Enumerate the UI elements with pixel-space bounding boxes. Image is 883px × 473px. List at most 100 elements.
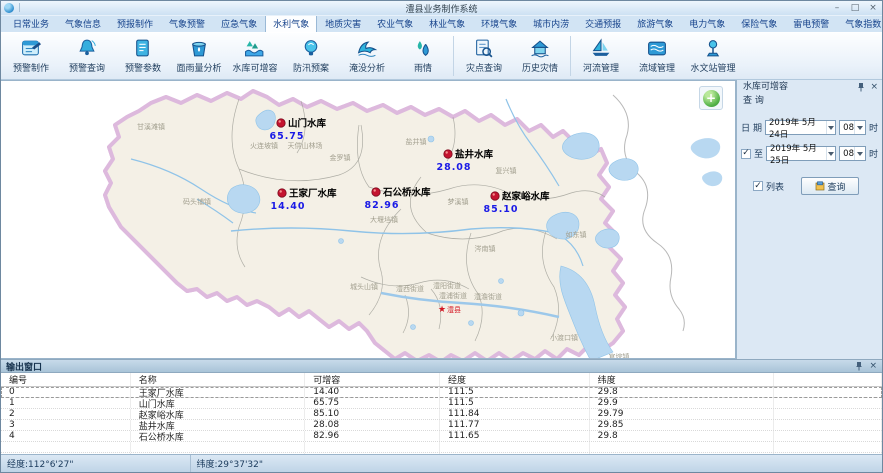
table-cell xyxy=(590,442,775,452)
chevron-down-icon xyxy=(826,121,836,134)
reservoir-dot-icon[interactable] xyxy=(491,192,499,200)
main-area: 甘溪滩镇火连坡镇天供山林场金罗镇盐井镇码头铺镇复兴镇梦溪镇大堰垱镇涔南镇如东镇城… xyxy=(1,80,882,359)
tab-7[interactable]: 地质灾害 xyxy=(317,14,369,32)
town-label: 金罗镇 xyxy=(330,153,351,162)
reservoir-value-label: 28.08 xyxy=(436,162,471,173)
tab-10[interactable]: 环境气象 xyxy=(473,14,525,32)
panel-close-icon[interactable]: × xyxy=(870,82,878,92)
column-header: 经度 xyxy=(440,373,590,386)
table-cell: 2 xyxy=(1,409,131,419)
reservoir-value-label: 14.40 xyxy=(270,201,305,212)
table-cell: 111.5 xyxy=(440,398,590,408)
tab-1[interactable]: 日常业务 xyxy=(5,14,57,32)
reservoir-dot-icon[interactable] xyxy=(444,150,452,158)
column-header: 名称 xyxy=(131,373,306,386)
table-header-row: 编号名称可增容经度纬度 xyxy=(1,373,882,387)
tab-2[interactable]: 气象信息 xyxy=(57,14,109,32)
tool-waves-button[interactable]: 流域管理 xyxy=(629,33,685,79)
raindrop-icon xyxy=(411,38,435,59)
calendar-edit-icon xyxy=(19,38,43,59)
list-checkbox[interactable]: ✓ xyxy=(753,181,763,191)
tab-15[interactable]: 保险气象 xyxy=(733,14,785,32)
table-cell: 29.9 xyxy=(590,398,775,408)
table-row[interactable]: 2赵家峪水库85.10111.8429.79 xyxy=(1,409,882,420)
date-from-select[interactable]: 2019年 5月24日 xyxy=(765,120,836,135)
table-row[interactable]: 3盐井水库28.08111.7729.85 xyxy=(1,420,882,431)
pin-icon[interactable] xyxy=(855,361,863,371)
tab-5[interactable]: 应急气象 xyxy=(213,14,265,32)
map-panel[interactable]: 甘溪滩镇火连坡镇天供山林场金罗镇盐井镇码头铺镇复兴镇梦溪镇大堰垱镇涔南镇如东镇城… xyxy=(1,80,736,359)
tab-12[interactable]: 交通预报 xyxy=(577,14,629,32)
table-cell: 85.10 xyxy=(305,409,440,419)
tab-8[interactable]: 农业气象 xyxy=(369,14,421,32)
date-to-select[interactable]: 2019年 5月25日 xyxy=(766,146,836,161)
waves-icon xyxy=(645,38,669,59)
output-table[interactable]: 编号名称可增容经度纬度0王家厂水库14.40111.529.81山门水库65.7… xyxy=(1,373,882,454)
column-header: 编号 xyxy=(1,373,131,386)
tab-17[interactable]: 气象指数 xyxy=(837,14,883,32)
close-button[interactable]: × xyxy=(864,2,882,14)
table-row[interactable]: 1山门水库65.75111.529.9 xyxy=(1,398,882,409)
table-cell xyxy=(774,442,882,452)
reservoir-icon xyxy=(243,38,267,59)
tab-13[interactable]: 旅游气象 xyxy=(629,14,681,32)
reservoir-dot-icon[interactable] xyxy=(278,189,286,197)
table-cell xyxy=(305,442,440,452)
reservoir-query-panel: 水库可增容 查 询 × 日 期 2019年 5月24日 08 时 xyxy=(736,80,882,359)
reservoir-dot-icon[interactable] xyxy=(372,188,380,196)
to-label: 至 xyxy=(754,147,763,160)
town-label: 盐井镇 xyxy=(406,137,427,146)
tool-house-flood-button[interactable]: 历史灾情 xyxy=(512,33,568,79)
tool-alert-badge-button[interactable]: 预警参数 xyxy=(115,33,171,79)
chevron-down-icon xyxy=(854,147,865,160)
output-close-icon[interactable]: × xyxy=(869,361,877,371)
map-zoom-in-button[interactable]: + xyxy=(699,86,723,110)
maximize-button[interactable]: □ xyxy=(846,2,864,14)
tab-bar: 日常业务气象信息预报制作气象预警应急气象水利气象地质灾害农业气象林业气象环境气象… xyxy=(1,16,882,32)
tab-14[interactable]: 电力气象 xyxy=(681,14,733,32)
pin-icon[interactable] xyxy=(857,82,865,92)
town-label: 天供山林场 xyxy=(288,141,323,150)
tool-bulb-button[interactable]: 防汛预案 xyxy=(283,33,339,79)
tool-calendar-edit-button[interactable]: 预警制作 xyxy=(3,33,59,79)
tool-label: 流域管理 xyxy=(639,61,675,74)
table-cell xyxy=(774,420,882,430)
table-row[interactable] xyxy=(1,442,882,453)
table-cell: 111.65 xyxy=(440,431,590,441)
table-cell: 111.77 xyxy=(440,420,590,430)
column-header: 纬度 xyxy=(590,373,775,386)
county-map[interactable]: 甘溪滩镇火连坡镇天供山林场金罗镇盐井镇码头铺镇复兴镇梦溪镇大堰垱镇涔南镇如东镇城… xyxy=(1,81,736,359)
tab-3[interactable]: 预报制作 xyxy=(109,14,161,32)
to-checkbox[interactable]: ✓ xyxy=(741,149,751,159)
minimize-button[interactable]: – xyxy=(828,2,846,14)
table-cell xyxy=(774,387,882,397)
query-button[interactable]: 查询 xyxy=(801,177,859,195)
tool-wave-button[interactable]: 淹没分析 xyxy=(339,33,395,79)
tool-bell-button[interactable]: 预警查询 xyxy=(59,33,115,79)
hour-to-select[interactable]: 08 xyxy=(839,146,866,161)
table-row[interactable]: 4石公桥水库82.96111.6529.8 xyxy=(1,431,882,442)
town-label: 澧澹街道 xyxy=(474,292,502,301)
bell-icon xyxy=(75,38,99,59)
column-header xyxy=(774,373,882,386)
county-seat-label: 澧县 xyxy=(447,305,461,314)
tool-label: 河流管理 xyxy=(583,61,619,74)
bulb-icon xyxy=(299,38,323,59)
tab-6[interactable]: 水利气象 xyxy=(265,14,317,32)
hour-from-select[interactable]: 08 xyxy=(839,120,866,135)
tool-sailboat-button[interactable]: 河流管理 xyxy=(573,33,629,79)
tool-rain-bucket-button[interactable]: 面雨量分析 xyxy=(171,33,227,79)
reservoir-dot-icon[interactable] xyxy=(277,119,285,127)
tool-label: 水文站管理 xyxy=(690,61,735,74)
tool-reservoir-button[interactable]: 水库可增容 xyxy=(227,33,283,79)
tool-doc-search-button[interactable]: 灾点查询 xyxy=(456,33,512,79)
tab-16[interactable]: 雷电预警 xyxy=(785,14,837,32)
hour-suffix-label: 时 xyxy=(869,121,878,134)
tab-4[interactable]: 气象预警 xyxy=(161,14,213,32)
table-row[interactable]: 0王家厂水库14.40111.529.8 xyxy=(1,387,882,398)
tab-11[interactable]: 城市内涝 xyxy=(525,14,577,32)
tool-label: 预警参数 xyxy=(125,61,161,74)
tab-9[interactable]: 林业气象 xyxy=(421,14,473,32)
tool-station-buoy-button[interactable]: 水文站管理 xyxy=(685,33,741,79)
tool-raindrop-button[interactable]: 雨情 xyxy=(395,33,451,79)
